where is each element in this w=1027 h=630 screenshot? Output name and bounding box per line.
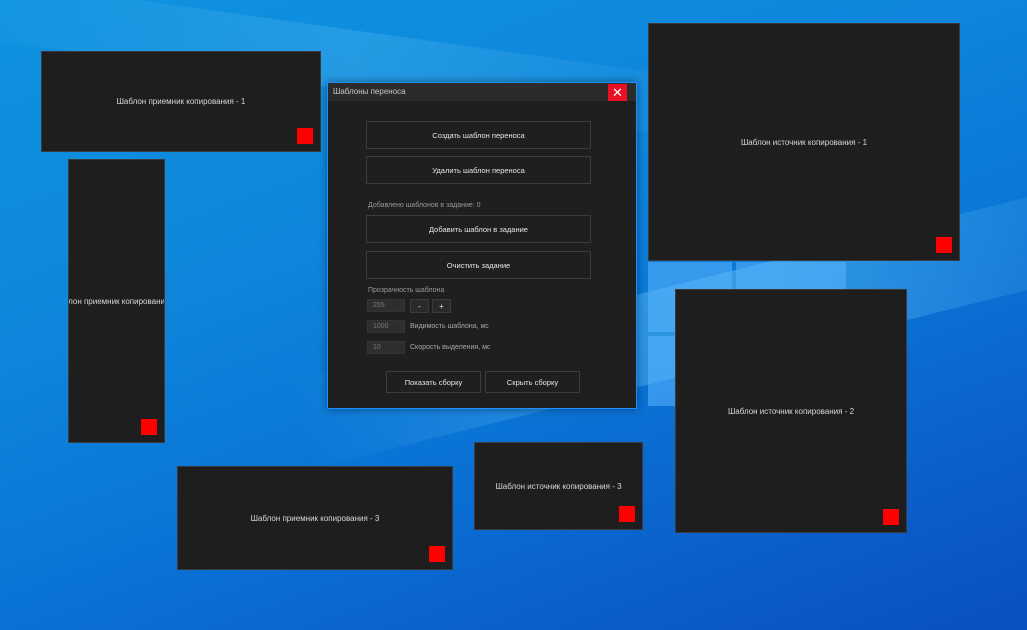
resize-handle[interactable]	[297, 128, 313, 144]
resize-handle[interactable]	[619, 506, 635, 522]
resize-handle[interactable]	[936, 237, 952, 253]
opacity-increment-button[interactable]: +	[432, 299, 451, 313]
delete-template-button[interactable]: Удалить шаблон переноса	[366, 156, 591, 184]
visibility-input[interactable]: 1000	[367, 320, 405, 333]
transfer-templates-dialog: Шаблоны переноса ✕ Создать шаблон перено…	[327, 82, 637, 409]
resize-handle[interactable]	[883, 509, 899, 525]
close-button[interactable]: ✕	[608, 84, 627, 101]
template-label: Шаблон приемник копирования - 1	[116, 97, 246, 106]
template-label: Шаблон источник копирования - 2	[727, 406, 855, 416]
visibility-label: Видимость шаблона, мс	[410, 323, 489, 330]
template-source-2[interactable]: Шаблон источник копирования - 2	[675, 289, 907, 533]
show-build-button[interactable]: Показать сборку	[386, 371, 481, 393]
opacity-label: Прозрачность шаблона	[368, 287, 445, 294]
speed-input[interactable]: 10	[367, 341, 405, 354]
opacity-input[interactable]: 255	[367, 299, 405, 312]
template-label: Шаблон приемник копирования - 3	[250, 513, 380, 523]
added-count-text: Добавлено шаблонов в задание: 0	[368, 202, 481, 209]
speed-label: Скорость выделения, мс	[410, 344, 491, 351]
template-label: Шаблон приемник копирования - 2	[68, 296, 165, 306]
create-template-button[interactable]: Создать шаблон переноса	[366, 121, 591, 149]
template-receiver-2[interactable]: Шаблон приемник копирования - 2	[68, 159, 165, 443]
hide-build-button[interactable]: Скрыть сборку	[485, 371, 580, 393]
template-receiver-1[interactable]: Шаблон приемник копирования - 1	[41, 51, 321, 152]
close-icon: ✕	[612, 84, 623, 100]
template-label: Шаблон источник копирования - 1	[740, 137, 868, 147]
template-receiver-3[interactable]: Шаблон приемник копирования - 3	[177, 466, 453, 570]
opacity-decrement-button[interactable]: -	[410, 299, 429, 313]
template-label: Шаблон источник копирования - 3	[495, 481, 622, 491]
resize-handle[interactable]	[429, 546, 445, 562]
template-source-1[interactable]: Шаблон источник копирования - 1	[648, 23, 960, 261]
window-title: Шаблоны переноса	[333, 87, 406, 96]
add-to-task-button[interactable]: Добавить шаблон в задание	[366, 215, 591, 243]
template-source-3[interactable]: Шаблон источник копирования - 3	[474, 442, 643, 530]
clear-task-button[interactable]: Очистить задание	[366, 251, 591, 279]
titlebar[interactable]: Шаблоны переноса ✕	[328, 83, 636, 101]
resize-handle[interactable]	[141, 419, 157, 435]
